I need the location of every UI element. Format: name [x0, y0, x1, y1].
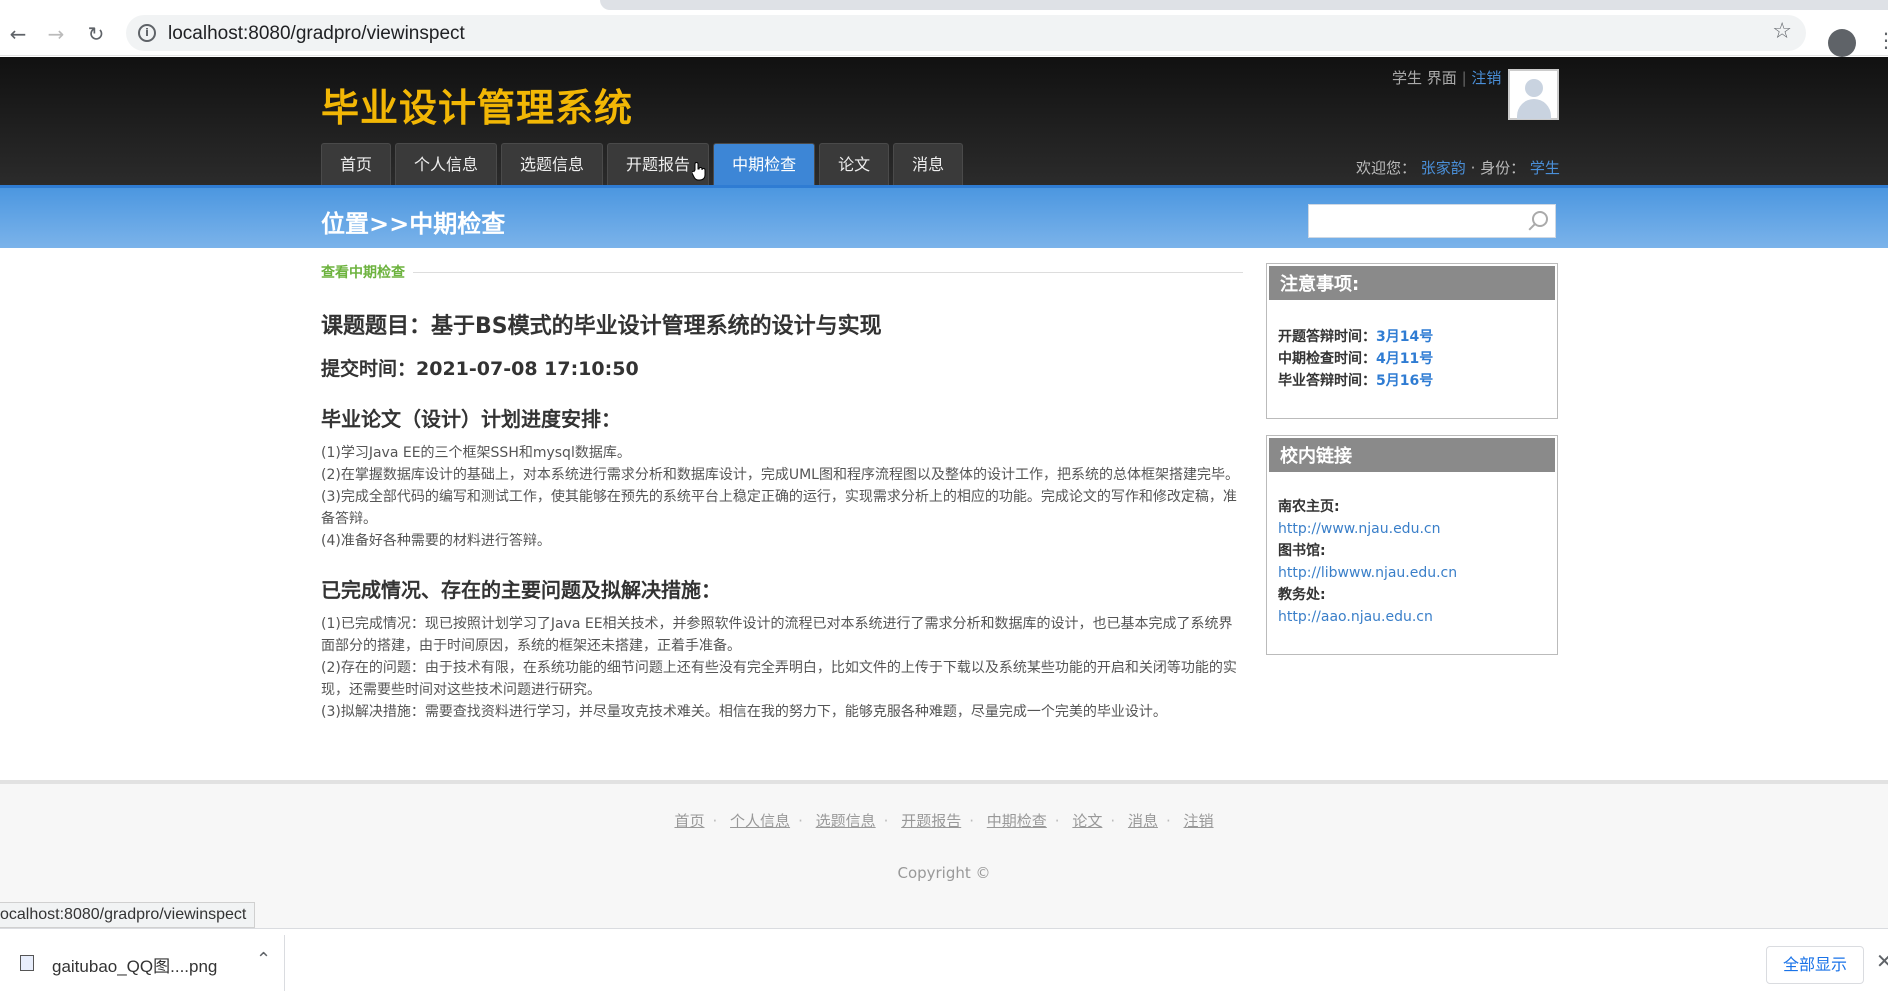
- search-box: [1308, 204, 1556, 238]
- inactive-tab-area[interactable]: [600, 0, 1888, 10]
- breadcrumb-bar: 位置>>中期检查: [0, 185, 1888, 248]
- issues-item: (3)拟解决措施：需要查找资料进行学习，并尽量攻克技术难关。相信在我的努力下，能…: [321, 704, 1167, 720]
- breadcrumb: 位置>>中期检查: [321, 210, 506, 238]
- issues-item: (1)已完成情况：现已按照计划学习了Java EE相关技术，并参照软件设计的流程…: [321, 616, 1233, 654]
- notice-title: 注意事项:: [1267, 264, 1557, 302]
- image-file-icon: [20, 955, 34, 971]
- nav-tab-home[interactable]: 首页: [321, 143, 392, 185]
- browser-menu-icon[interactable]: ⋮: [1876, 28, 1888, 52]
- plan-item: (1)学习Java EE的三个框架SSH和mysql数据库。: [321, 445, 631, 461]
- address-bar[interactable]: i localhost:8080/gradpro/viewinspect ☆: [126, 15, 1806, 51]
- submit-time: 提交时间：2021-07-08 17:10:50: [321, 358, 639, 380]
- search-icon[interactable]: [1532, 211, 1548, 227]
- reload-icon[interactable]: ↻: [82, 20, 110, 48]
- back-icon[interactable]: ←: [4, 20, 32, 48]
- notice-item: 中期检查时间：4月11号: [1278, 348, 1546, 370]
- notice-value: 3月14号: [1376, 329, 1434, 345]
- footer-link-topic[interactable]: 选题信息: [816, 812, 876, 830]
- status-bubble-url: ocalhost:8080/gradpro/viewinspect: [0, 902, 256, 928]
- topic-title: 课题题目：基于BS模式的毕业设计管理系统的设计与实现: [321, 314, 882, 339]
- download-file-name[interactable]: gaitubao_QQ图....png: [52, 952, 217, 977]
- plan-heading: 毕业论文（设计）计划进度安排：: [321, 407, 621, 431]
- notice-panel: 注意事项: 开题答辩时间：3月14号 中期检查时间：4月11号 毕业答辩时间：5…: [1266, 263, 1558, 419]
- link-library[interactable]: http://libwww.njau.edu.cn: [1278, 562, 1546, 584]
- download-item[interactable]: gaitubao_QQ图....png ⌃: [10, 935, 285, 991]
- separator: |: [1461, 69, 1467, 87]
- link-label: 南农主页:: [1278, 499, 1340, 515]
- footer-link-midterm[interactable]: 中期检查: [987, 812, 1047, 830]
- plan-item: (2)在掌握数据库设计的基础上，对本系统进行需求分析和数据库设计，完成UML图和…: [321, 467, 1239, 483]
- site-footer: 首页 · 个人信息 · 选题信息 · 开题报告 · 中期检查 · 论文 · 消息 · 注销 C…: [0, 780, 1888, 928]
- top-links: 学生 界面 | 注销: [1392, 67, 1501, 88]
- notice-item: 毕业答辩时间：5月16号: [1278, 370, 1546, 392]
- notice-value: 4月11号: [1376, 351, 1434, 367]
- footer-link-proposal[interactable]: 开题报告: [901, 812, 961, 830]
- show-all-button[interactable]: 全部显示: [1766, 946, 1864, 984]
- footer-link-thesis[interactable]: 论文: [1072, 812, 1102, 830]
- section-label: 查看中期检查: [321, 262, 1243, 281]
- main-nav: 首页 个人信息 选题信息 开题报告 中期检查 论文 消息: [321, 143, 964, 185]
- footer-links: 首页 · 个人信息 · 选题信息 · 开题报告 · 中期检查 · 论文 · 消息 · 注销: [674, 812, 1214, 830]
- address-url[interactable]: localhost:8080/gradpro/viewinspect: [168, 23, 465, 45]
- chevron-up-icon[interactable]: ⌃: [256, 949, 271, 970]
- avatar: [1508, 69, 1559, 120]
- search-input[interactable]: [1315, 209, 1525, 233]
- nav-tab-midterm[interactable]: 中期检查: [713, 143, 816, 185]
- close-icon[interactable]: ✕: [1876, 949, 1888, 973]
- notice-value: 5月16号: [1376, 373, 1434, 389]
- welcome-label: 欢迎您：: [1356, 159, 1417, 177]
- nav-tab-thesis[interactable]: 论文: [819, 143, 890, 185]
- issues-text: (1)已完成情况：现已按照计划学习了Java EE相关技术，并参照软件设计的流程…: [321, 613, 1243, 723]
- copyright: Copyright ©: [897, 864, 991, 882]
- campus-links-panel: 校内链接 南农主页: http://www.njau.edu.cn 图书馆: h…: [1266, 435, 1558, 655]
- mouse-cursor-icon: [692, 162, 706, 181]
- welcome-text: 欢迎您： 张家韵 · 身份： 学生: [1356, 157, 1560, 178]
- identity-label: · 身份：: [1470, 159, 1526, 177]
- bookmark-star-icon[interactable]: ☆: [1772, 19, 1792, 44]
- plan-text: (1)学习Java EE的三个框架SSH和mysql数据库。 (2)在掌握数据库…: [321, 442, 1243, 552]
- browser-tabstrip: [0, 0, 1888, 10]
- site-header: 毕业设计管理系统 学生 界面 | 注销 首页 个人信息 选题信息 开题报告 中期…: [0, 57, 1888, 185]
- profile-avatar-icon[interactable]: [1828, 29, 1856, 57]
- nav-tab-topic[interactable]: 选题信息: [501, 143, 604, 185]
- site-info-icon[interactable]: i: [138, 24, 156, 42]
- link-njau[interactable]: http://www.njau.edu.cn: [1278, 518, 1546, 540]
- links-title: 校内链接: [1267, 436, 1557, 474]
- plan-item: (4)准备好各种需要的材料进行答辩。: [321, 533, 551, 549]
- notice-label: 开题答辩时间：: [1278, 329, 1376, 345]
- user-name[interactable]: 张家韵: [1421, 159, 1466, 177]
- nav-tab-messages[interactable]: 消息: [893, 143, 964, 185]
- section-label-text: 查看中期检查: [321, 265, 413, 281]
- site-logo[interactable]: 毕业设计管理系统: [321, 77, 633, 132]
- role-label: 学生 界面: [1392, 69, 1457, 87]
- logout-link[interactable]: 注销: [1471, 69, 1501, 87]
- identity-value[interactable]: 学生: [1530, 159, 1560, 177]
- notice-label: 中期检查时间：: [1278, 351, 1376, 367]
- link-label: 教务处:: [1278, 587, 1326, 603]
- notice-item: 开题答辩时间：3月14号: [1278, 326, 1546, 348]
- nav-tab-profile[interactable]: 个人信息: [395, 143, 498, 185]
- footer-link-logout[interactable]: 注销: [1184, 812, 1214, 830]
- issues-item: (2)存在的问题：由于技术有限，在系统功能的细节问题上还有些没有完全弄明白，比如…: [321, 660, 1237, 698]
- link-academic-affairs[interactable]: http://aao.njau.edu.cn: [1278, 606, 1546, 628]
- forward-icon[interactable]: →: [42, 20, 70, 48]
- footer-link-profile[interactable]: 个人信息: [730, 812, 790, 830]
- footer-link-messages[interactable]: 消息: [1128, 812, 1158, 830]
- issues-heading: 已完成情况、存在的主要问题及拟解决措施：: [321, 578, 721, 602]
- main-content: 查看中期检查 课题题目：基于BS模式的毕业设计管理系统的设计与实现 提交时间：2…: [321, 262, 1243, 723]
- plan-item: (3)完成全部代码的编写和测试工作，使其能够在预先的系统平台上稳定正确的运行，实…: [321, 489, 1237, 527]
- link-label: 图书馆:: [1278, 543, 1326, 559]
- download-shelf: gaitubao_QQ图....png ⌃ 全部显示 ✕: [0, 928, 1888, 996]
- browser-toolbar: ← → ↻ i localhost:8080/gradpro/viewinspe…: [0, 10, 1888, 57]
- footer-link-home[interactable]: 首页: [674, 812, 704, 830]
- notice-label: 毕业答辩时间：: [1278, 373, 1376, 389]
